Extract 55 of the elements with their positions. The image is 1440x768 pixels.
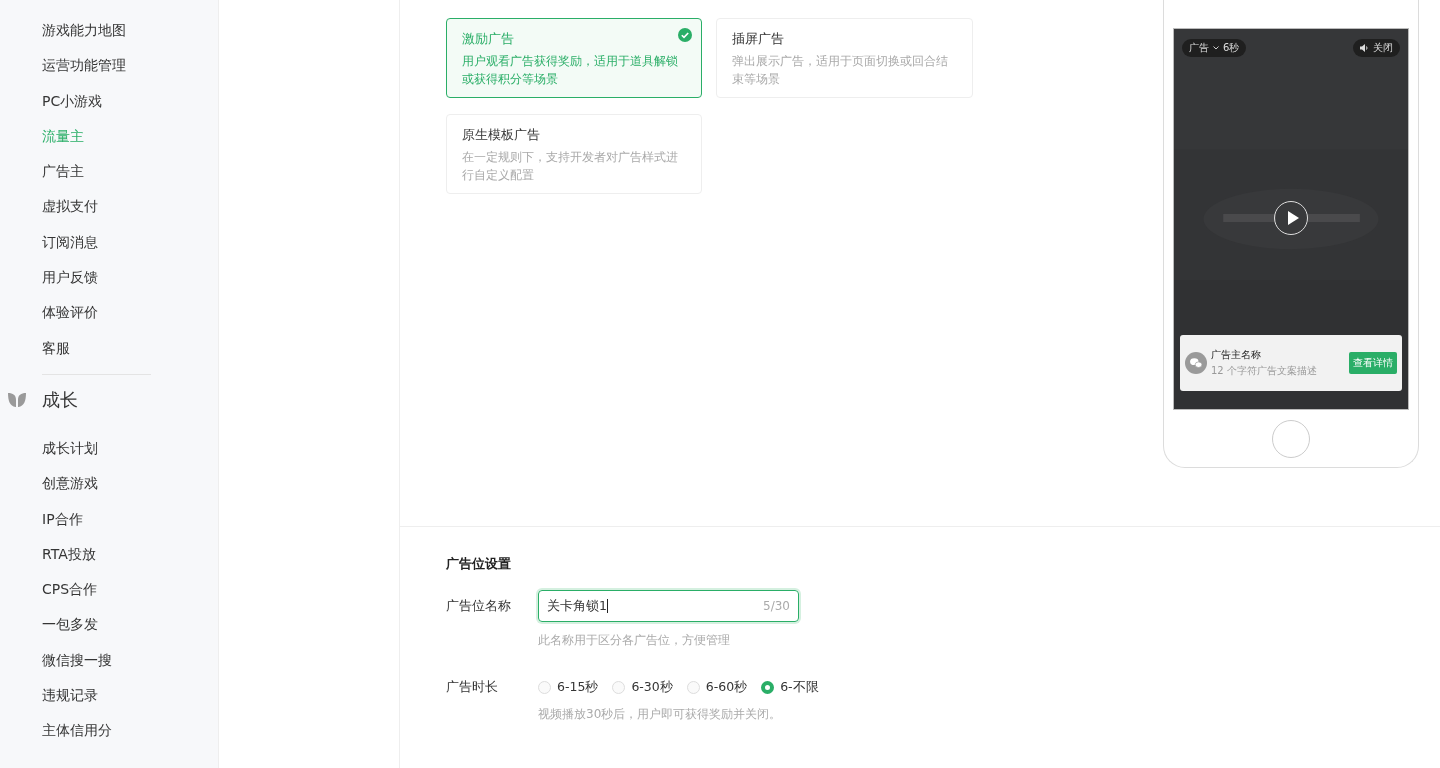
- card-description: 在一定规则下，支持开发者对广告样式进行自定义配置: [462, 149, 679, 184]
- card-title: 原生模板广告: [462, 126, 541, 144]
- sidebar-item[interactable]: 体验评价: [0, 295, 218, 331]
- char-counter: 5/30: [763, 599, 790, 613]
- sprout-icon: [8, 392, 26, 407]
- sidebar-item[interactable]: 微信搜一搜: [0, 642, 218, 679]
- duration-radio[interactable]: 6-60秒: [686, 679, 748, 696]
- sidebar-item[interactable]: 运营功能管理: [0, 48, 218, 84]
- sidebar-item[interactable]: 游戏能力地图: [0, 13, 218, 49]
- duration-radio[interactable]: 6-不限: [761, 679, 819, 696]
- sidebar-item[interactable]: CPS合作: [0, 572, 218, 608]
- sidebar-item[interactable]: RTA投放: [0, 536, 218, 573]
- sidebar-item[interactable]: 客服: [0, 330, 218, 366]
- ad-description: 12 个字符广告文案描述: [1211, 364, 1318, 378]
- chat-bubbles-icon: [1185, 352, 1207, 374]
- ad-type-card[interactable]: 原生模板广告 在一定规则下，支持开发者对广告样式进行自定义配置: [446, 114, 702, 194]
- duration-radio[interactable]: 6-30秒: [612, 679, 673, 696]
- card-title: 激励广告: [462, 30, 515, 48]
- advertiser-name: 广告主名称: [1211, 348, 1262, 362]
- duration-radio[interactable]: 6-15秒: [538, 679, 599, 696]
- radio-label: 6-60秒: [705, 679, 748, 696]
- input-value: 关卡角锁1: [547, 597, 607, 615]
- card-title: 插屏广告: [732, 30, 785, 48]
- sidebar-item[interactable]: 虚拟支付: [0, 189, 218, 225]
- sidebar-item[interactable]: 广告主: [0, 154, 218, 190]
- radio-label: 6-不限: [780, 679, 819, 696]
- field-label: 广告时长: [446, 679, 499, 696]
- countdown: 6秒: [1223, 41, 1240, 55]
- sidebar-item[interactable]: IP合作: [0, 501, 218, 537]
- name-input-field[interactable]: 关卡角锁1 5/30: [538, 590, 799, 622]
- sidebar-item[interactable]: 创意游戏: [0, 466, 218, 502]
- play-icon: [1286, 211, 1299, 225]
- sidebar-item[interactable]: 主体信用分: [0, 713, 218, 749]
- section-title: 广告位设置: [446, 555, 512, 573]
- sidebar-item[interactable]: 一包多发: [0, 607, 218, 643]
- sidebar-item[interactable]: PC小游戏: [0, 83, 218, 119]
- close-ad-badge[interactable]: 关闭: [1353, 39, 1400, 57]
- card-description: 弹出展示广告，适用于页面切换或回合结束等场景: [732, 53, 949, 88]
- card-description: 用户观看广告获得奖励，适用于道具解锁或获得积分等场景: [462, 53, 679, 88]
- ad-type-card[interactable]: 插屏广告 弹出展示广告，适用于页面切换或回合结束等场景: [716, 18, 973, 98]
- field-hint: 此名称用于区分各广告位，方便管理: [538, 632, 731, 649]
- field-hint: 视频播放30秒后，用户即可获得奖励并关闭。: [538, 706, 783, 723]
- section-title: 成长: [42, 387, 78, 412]
- close-label: 关闭: [1373, 41, 1393, 55]
- radio-label: 6-15秒: [557, 679, 599, 696]
- sidebar-item[interactable]: 订阅消息: [0, 224, 218, 261]
- radio-label: 6-30秒: [631, 679, 673, 696]
- field-label: 广告位名称: [446, 597, 512, 615]
- sidebar-item[interactable]: 违规记录: [0, 678, 218, 714]
- sidebar-item[interactable]: 成长计划: [0, 430, 218, 467]
- ad-label: 广告: [1189, 41, 1209, 55]
- speaker-icon: [1360, 44, 1369, 52]
- chevron-down-icon: [1213, 46, 1219, 50]
- check-icon: [678, 28, 692, 42]
- sidebar-item[interactable]: 用户反馈: [0, 260, 218, 296]
